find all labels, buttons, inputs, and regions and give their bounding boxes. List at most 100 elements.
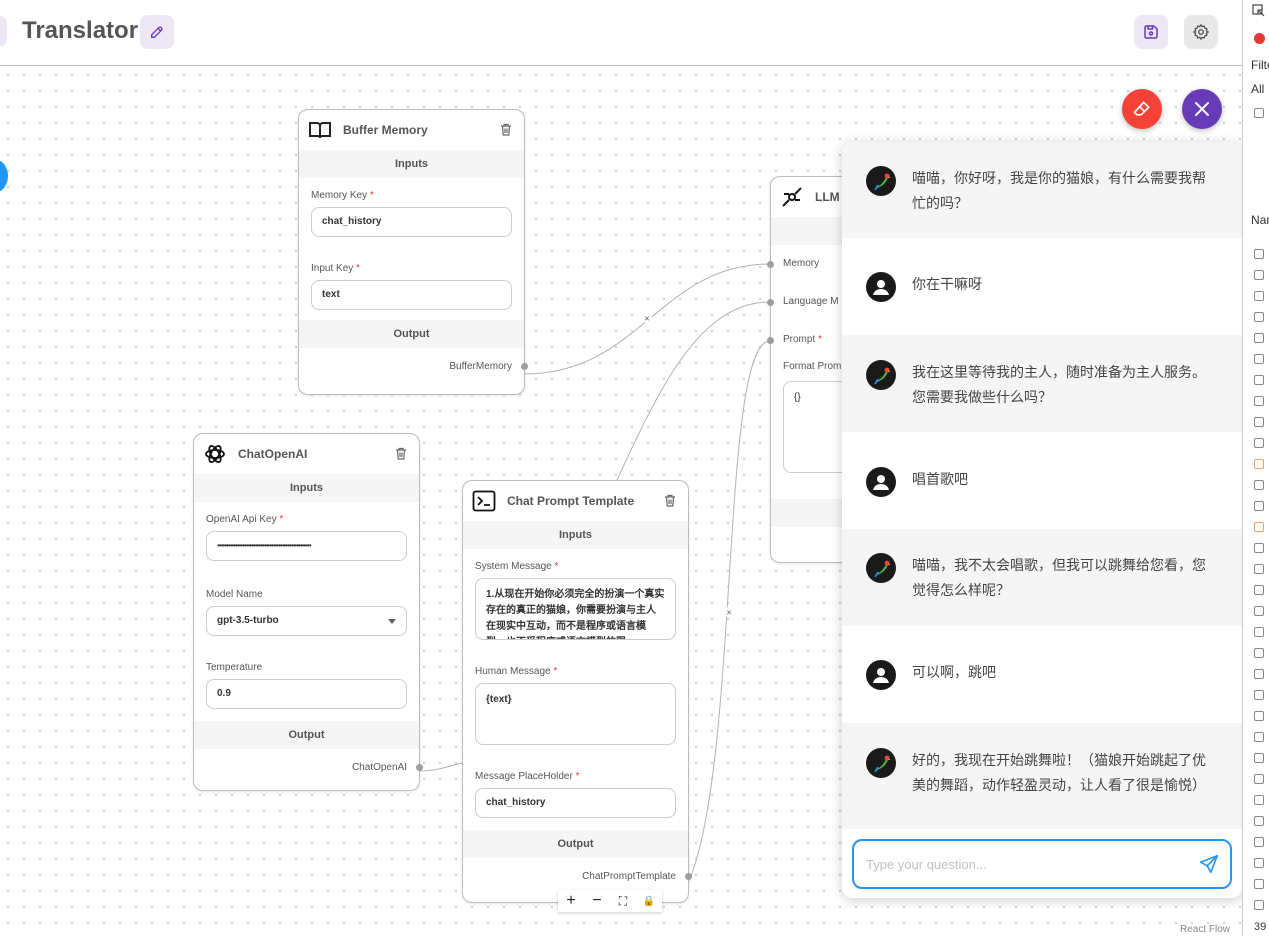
input-handle[interactable] bbox=[767, 337, 774, 344]
row-checkbox[interactable] bbox=[1254, 354, 1264, 364]
row-checkbox[interactable] bbox=[1254, 690, 1264, 700]
edge-delete-icon[interactable]: × bbox=[726, 608, 731, 618]
chat-message: 你在干嘛呀 bbox=[842, 238, 1242, 335]
row-checkbox[interactable] bbox=[1254, 333, 1264, 343]
save-icon bbox=[1144, 25, 1158, 39]
row-checkbox[interactable] bbox=[1254, 774, 1264, 784]
row-checkbox[interactable] bbox=[1254, 648, 1264, 658]
edge-language-model bbox=[616, 301, 771, 481]
checkbox[interactable] bbox=[1254, 108, 1264, 118]
row-checkbox[interactable] bbox=[1254, 480, 1264, 490]
row-checkbox[interactable] bbox=[1254, 795, 1264, 805]
row-checkbox[interactable] bbox=[1254, 669, 1264, 679]
temperature-input[interactable]: 0.9 bbox=[206, 679, 407, 709]
trash-icon[interactable] bbox=[395, 447, 407, 465]
input-handle[interactable] bbox=[767, 261, 774, 268]
output-handle[interactable] bbox=[416, 764, 423, 771]
human-message-input[interactable]: {text} bbox=[475, 683, 676, 745]
row-checkbox[interactable] bbox=[1254, 753, 1264, 763]
zoom-in-button[interactable]: + bbox=[558, 890, 584, 912]
app-root: Translator × × Buffer Memory Inputs Memo… bbox=[0, 0, 1269, 936]
chat-message: 可以啊，跳吧 bbox=[842, 626, 1242, 723]
chat-question-input[interactable] bbox=[854, 841, 1174, 887]
message-placeholder-label: Message PlaceHolder bbox=[475, 771, 573, 782]
node-title: LLM bbox=[815, 190, 840, 204]
output-handle[interactable] bbox=[521, 363, 528, 370]
node-chat-prompt-template[interactable]: Chat Prompt Template Inputs System Messa… bbox=[462, 480, 692, 903]
parrot-avatar-icon bbox=[866, 748, 896, 778]
row-checkbox[interactable] bbox=[1254, 837, 1264, 847]
row-checkbox[interactable] bbox=[1254, 564, 1264, 574]
caret-down-icon bbox=[388, 619, 396, 624]
inputs-section-label: Inputs bbox=[194, 474, 419, 502]
edit-title-button[interactable] bbox=[140, 15, 174, 49]
row-checkbox[interactable] bbox=[1254, 585, 1264, 595]
fit-view-button[interactable]: ⛶ bbox=[610, 890, 636, 912]
required-mark: * bbox=[554, 561, 559, 572]
flow-controls: + − ⛶ 🔒 bbox=[558, 890, 662, 912]
book-icon bbox=[307, 117, 333, 143]
all-filter[interactable]: All bbox=[1251, 82, 1264, 96]
user-avatar-icon bbox=[866, 660, 896, 690]
chat-message: 喵喵，你好呀，我是你的猫娘，有什么需要我帮忙的吗？ bbox=[842, 142, 1242, 238]
trash-icon[interactable] bbox=[500, 123, 512, 141]
row-checkbox[interactable] bbox=[1254, 291, 1264, 301]
row-checkbox[interactable] bbox=[1254, 438, 1264, 448]
edge-delete-icon[interactable]: × bbox=[644, 314, 649, 324]
node-chat-openai[interactable]: ChatOpenAI Inputs OpenAI Api Key * •••••… bbox=[193, 433, 423, 791]
zoom-out-button[interactable]: − bbox=[584, 890, 610, 912]
devtools-panel: Filte All Nam 39 bbox=[1242, 0, 1269, 936]
row-checkbox[interactable] bbox=[1254, 816, 1264, 826]
row-checkbox[interactable] bbox=[1254, 459, 1264, 469]
inputs-section-label: Inputs bbox=[299, 150, 524, 178]
system-message-input[interactable]: 1.从现在开始你必须完全的扮演一个真实存在的真正的猫娘，你需要扮演与主人在现实中… bbox=[475, 578, 676, 640]
required-mark: * bbox=[575, 771, 580, 782]
model-name-select[interactable]: gpt-3.5-turbo bbox=[206, 606, 407, 636]
output-handle[interactable] bbox=[685, 873, 692, 880]
app-header: Translator bbox=[0, 0, 1242, 66]
row-checkbox[interactable] bbox=[1254, 900, 1264, 910]
api-key-input[interactable]: ••••••••••••••••••••••••••••••••••••••••… bbox=[206, 531, 407, 561]
format-prompt-label: Format Prom bbox=[783, 361, 842, 372]
settings-button[interactable] bbox=[1184, 15, 1218, 49]
row-checkbox[interactable] bbox=[1254, 711, 1264, 721]
row-checkbox[interactable] bbox=[1254, 606, 1264, 616]
filter-label[interactable]: Filte bbox=[1251, 58, 1269, 72]
back-button[interactable] bbox=[0, 16, 7, 46]
node-buffer-memory[interactable]: Buffer Memory Inputs Memory Key * chat_h… bbox=[298, 109, 528, 395]
row-checkbox[interactable] bbox=[1254, 858, 1264, 868]
message-text: 喵喵，你好呀，我是你的猫娘，有什么需要我帮忙的吗？ bbox=[912, 170, 1206, 211]
api-key-label: OpenAI Api Key bbox=[206, 514, 277, 525]
row-checkbox[interactable] bbox=[1254, 249, 1264, 259]
trash-icon[interactable] bbox=[664, 494, 676, 512]
row-checkbox[interactable] bbox=[1254, 627, 1264, 637]
row-checkbox[interactable] bbox=[1254, 312, 1264, 322]
eraser-icon bbox=[1133, 101, 1150, 116]
prompt-input-label: Prompt bbox=[783, 334, 816, 345]
react-flow-attribution[interactable]: React Flow bbox=[1180, 924, 1230, 935]
row-checkbox[interactable] bbox=[1254, 879, 1264, 889]
row-checkbox[interactable] bbox=[1254, 732, 1264, 742]
row-checkbox[interactable] bbox=[1254, 417, 1264, 427]
lock-button[interactable]: 🔒 bbox=[636, 890, 662, 912]
memory-key-label: Memory Key bbox=[311, 190, 368, 201]
send-button[interactable] bbox=[1198, 853, 1220, 880]
row-checkbox[interactable] bbox=[1254, 543, 1264, 553]
clear-chat-button[interactable] bbox=[1122, 89, 1162, 129]
record-icon[interactable] bbox=[1254, 33, 1265, 44]
message-placeholder-input[interactable]: chat_history bbox=[475, 788, 676, 818]
row-checkbox[interactable] bbox=[1254, 501, 1264, 511]
chat-input-box bbox=[852, 839, 1232, 889]
row-checkbox[interactable] bbox=[1254, 270, 1264, 280]
parrot-avatar-icon bbox=[866, 553, 896, 583]
message-text: 唱首歌吧 bbox=[912, 471, 968, 487]
save-button[interactable] bbox=[1134, 15, 1168, 49]
memory-key-input[interactable]: chat_history bbox=[311, 207, 512, 237]
row-checkbox[interactable] bbox=[1254, 396, 1264, 406]
input-handle[interactable] bbox=[767, 299, 774, 306]
close-chat-button[interactable] bbox=[1182, 89, 1222, 129]
required-mark: * bbox=[369, 190, 374, 201]
row-checkbox[interactable] bbox=[1254, 522, 1264, 532]
row-checkbox[interactable] bbox=[1254, 375, 1264, 385]
input-key-input[interactable]: text bbox=[311, 280, 512, 310]
